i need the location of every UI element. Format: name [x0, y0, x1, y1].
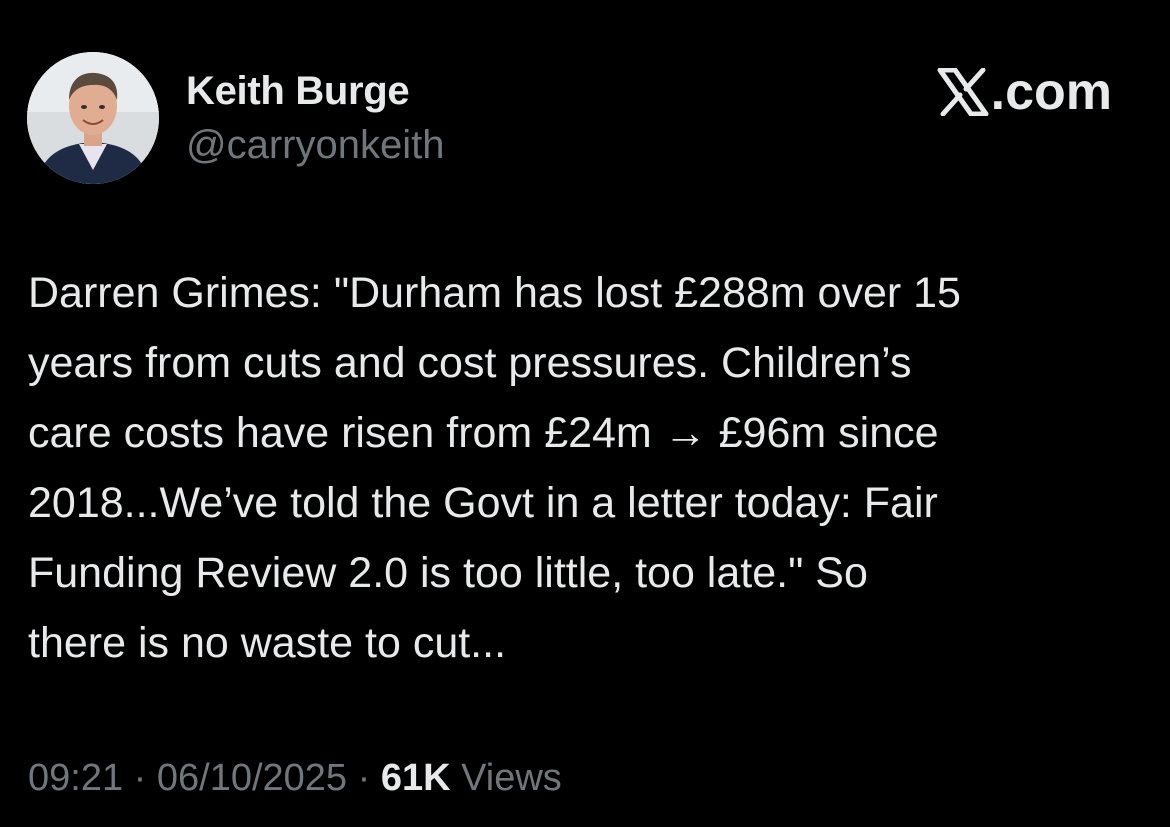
tweet-text: Darren Grimes: "Durham has lost £288m ov…: [28, 269, 961, 667]
avatar-photo-icon: [27, 52, 159, 184]
x-logo-icon: [937, 67, 989, 117]
tweet-card: Keith Burge @carryonkeith .com Darren Gr…: [0, 0, 1170, 827]
tweet-time[interactable]: 09:21: [28, 757, 123, 799]
views-label: Views: [450, 757, 562, 799]
brand-domain-label: .com: [990, 63, 1112, 121]
tweet-date[interactable]: 06/10/2025: [157, 757, 347, 799]
meta-separator: ·: [123, 757, 157, 799]
meta-separator: ·: [347, 757, 381, 799]
author-handle[interactable]: @carryonkeith: [186, 120, 444, 170]
views-count[interactable]: 61K: [381, 757, 451, 799]
avatar[interactable]: [27, 52, 159, 184]
author-display-name[interactable]: Keith Burge: [186, 66, 410, 116]
tweet-metadata: 09:21 · 06/10/2025 · 61K Views: [28, 752, 562, 804]
x-com-watermark: .com: [937, 62, 1112, 122]
